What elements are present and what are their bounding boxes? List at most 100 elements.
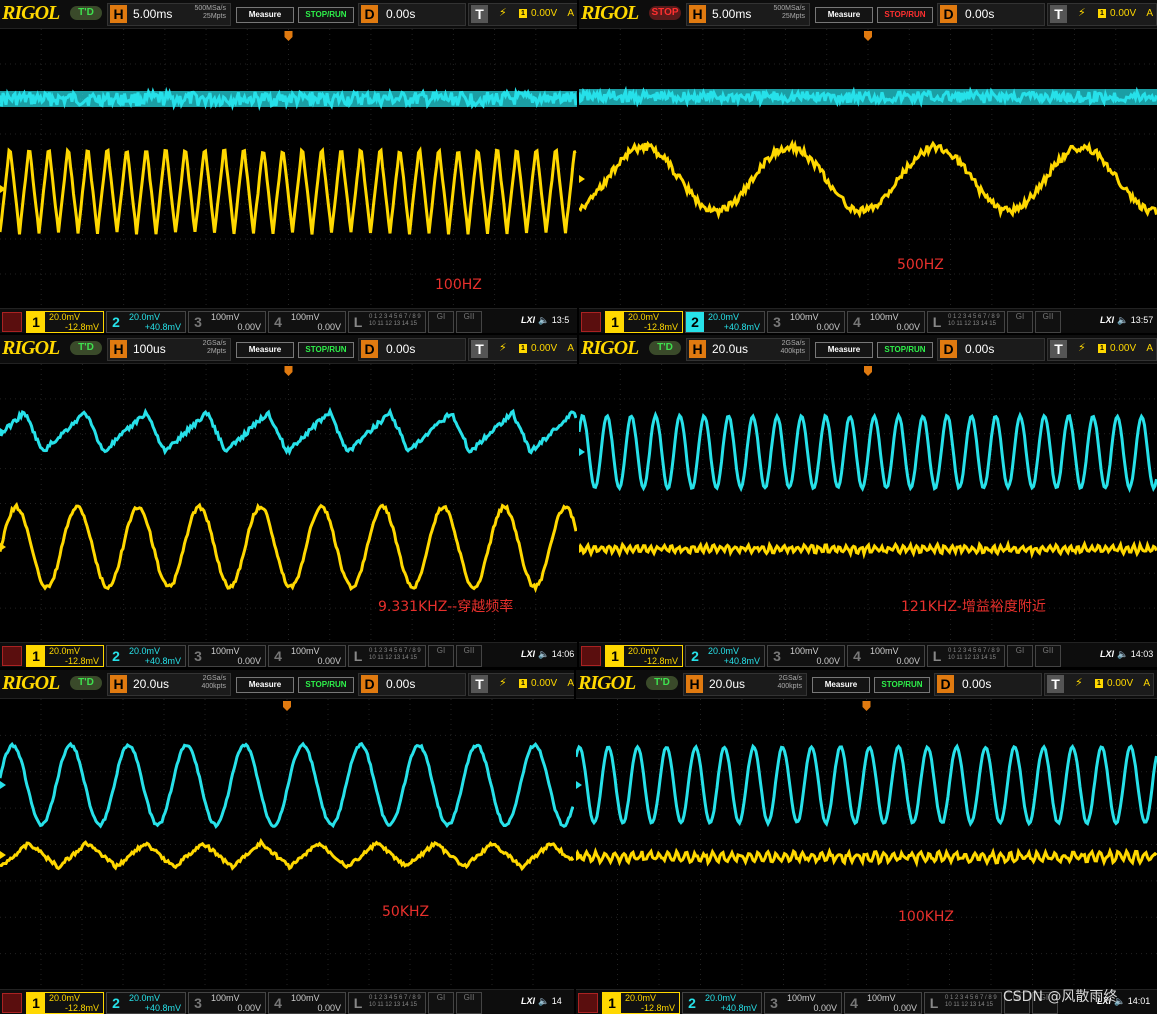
frequency-annotation: 121KHZ-增益裕度附近 [901, 599, 1046, 615]
trigger-control[interactable]: T ⚡ 1 0.00V A [1044, 673, 1154, 696]
delay-control[interactable]: D 0.00s [358, 338, 466, 361]
channel-2-settings[interactable]: 2 20.0mV +40.8mV [682, 992, 762, 1014]
horizontal-timebase-control[interactable]: H 20.0us 2GSa/s 400kpts [107, 673, 231, 696]
generator-2-button[interactable]: GII [1035, 311, 1061, 333]
bottom-channel-bar: 1 20.0mV -12.8mV 2 20.0mV +40.8mV 3 100mV 0… [0, 989, 574, 1014]
acquisition-status-badge[interactable]: STOP [649, 6, 681, 20]
horizontal-timebase-control[interactable]: H 100us 2GSa/s 2Mpts [107, 338, 231, 361]
generator-2-button[interactable]: GII [456, 311, 482, 333]
horizontal-timebase-control[interactable]: H 20.0us 2GSa/s 400kpts [686, 338, 810, 361]
trigger-control[interactable]: T ⚡ 1 0.00V A [1047, 3, 1157, 26]
channel-4-settings[interactable]: 4 100mV 0.00V [268, 311, 346, 333]
main-menu-icon[interactable] [2, 312, 22, 332]
channel-1-settings[interactable]: 1 20.0mV -12.8mV [26, 992, 104, 1014]
generator-1-button[interactable]: GI [1007, 645, 1033, 667]
channel-4-number: 4 [850, 995, 858, 1011]
stop-run-button[interactable]: STOP/RUN [298, 342, 354, 358]
stop-run-button[interactable]: STOP/RUN [877, 7, 933, 23]
trigger-control[interactable]: T ⚡ 1 0.00V A [1047, 338, 1157, 361]
generator-2-button[interactable]: GII [456, 645, 482, 667]
measure-button[interactable]: Measure [815, 342, 873, 358]
generator-1-button[interactable]: GI [428, 311, 454, 333]
measure-button[interactable]: Measure [236, 7, 294, 23]
acquisition-status-badge[interactable]: T'D [70, 6, 102, 20]
waveform-display [579, 29, 1157, 309]
sample-rate-info: 2GSa/s 400kpts [201, 675, 226, 691]
channel-1-settings[interactable]: 1 20.0mV -12.8mV [605, 645, 683, 667]
delay-control[interactable]: D 0.00s [358, 3, 466, 26]
scope-panel-121khz: RIGOL T'D H 20.0us 2GSa/s 400kpts Measure… [579, 335, 1157, 667]
main-menu-icon[interactable] [2, 646, 22, 666]
channel-4-settings[interactable]: 4 100mV 0.00V [844, 992, 922, 1014]
bottom-channel-bar: 1 20.0mV -12.8mV 2 20.0mV +40.8mV 3 100mV 0… [0, 308, 577, 333]
waveform-display [576, 699, 1157, 990]
channel-4-settings[interactable]: 4 100mV 0.00V [847, 645, 925, 667]
channel-4-settings[interactable]: 4 100mV 0.00V [847, 311, 925, 333]
channel-3-settings[interactable]: 3 100mV 0.00V [764, 992, 842, 1014]
stop-run-button[interactable]: STOP/RUN [877, 342, 933, 358]
measure-button[interactable]: Measure [236, 342, 294, 358]
acquisition-status-badge[interactable]: T'D [646, 676, 678, 690]
delay-control[interactable]: D 0.00s [934, 673, 1042, 696]
stop-run-button[interactable]: STOP/RUN [874, 677, 930, 693]
generator-2-button[interactable]: GII [456, 992, 482, 1014]
logic-analyzer-settings[interactable]: L 0 1 2 3 4 5 6 7 / 8 9 10 11 12 13 14 1… [927, 645, 1005, 667]
acquisition-status-badge[interactable]: T'D [649, 341, 681, 355]
main-menu-icon[interactable] [581, 312, 601, 332]
main-menu-icon[interactable] [578, 993, 598, 1013]
channel-1-settings[interactable]: 1 20.0mV -12.8mV [26, 311, 104, 333]
channel-3-settings[interactable]: 3 100mV 0.00V [188, 645, 266, 667]
channel-4-settings[interactable]: 4 100mV 0.00V [268, 992, 346, 1014]
generator-1-button[interactable]: GI [428, 992, 454, 1014]
channel-2-settings[interactable]: 2 20.0mV +40.8mV [106, 645, 186, 667]
channel-1-values: 20.0mV -12.8mV [628, 312, 680, 332]
sample-rate-info: 2GSa/s 400kpts [777, 675, 802, 691]
channel-4-settings[interactable]: 4 100mV 0.00V [268, 645, 346, 667]
scope-panel-100hz: RIGOL T'D H 5.00ms 500MSa/s 25Mpts Measur… [0, 0, 577, 333]
acquisition-status-badge[interactable]: T'D [70, 676, 102, 690]
channel-2-settings[interactable]: 2 20.0mV +40.8mV [106, 311, 186, 333]
horizontal-timebase-control[interactable]: H 5.00ms 500MSa/s 25Mpts [107, 3, 231, 26]
generator-1-button[interactable]: GI [1007, 311, 1033, 333]
logic-analyzer-settings[interactable]: L 0 1 2 3 4 5 6 7 / 8 9 10 11 12 13 14 1… [348, 645, 426, 667]
channel-1-settings[interactable]: 1 20.0mV -12.8mV [602, 992, 680, 1014]
main-menu-icon[interactable] [2, 993, 22, 1013]
delay-control[interactable]: D 0.00s [937, 338, 1045, 361]
channel-3-settings[interactable]: 3 100mV 0.00V [767, 311, 845, 333]
channel-2-offset: +40.8mV [144, 1003, 181, 1013]
channel-3-settings[interactable]: 3 100mV 0.00V [188, 311, 266, 333]
delay-control[interactable]: D 0.00s [937, 3, 1045, 26]
measure-button[interactable]: Measure [815, 7, 873, 23]
trigger-control[interactable]: T ⚡ 1 0.00V A [468, 673, 574, 696]
stop-run-button[interactable]: STOP/RUN [298, 677, 354, 693]
logic-analyzer-settings[interactable]: L 0 1 2 3 4 5 6 7 / 8 9 10 11 12 13 14 1… [348, 992, 426, 1014]
channel-1-settings[interactable]: 1 20.0mV -12.8mV [26, 645, 104, 667]
horizontal-timebase-control[interactable]: H 5.00ms 500MSa/s 25Mpts [686, 3, 810, 26]
clock: 🔈 13:57 [1117, 315, 1153, 326]
measure-button[interactable]: Measure [236, 677, 294, 693]
generator-2-button[interactable]: GII [1035, 645, 1061, 667]
stop-run-button[interactable]: STOP/RUN [298, 7, 354, 23]
trigger-control[interactable]: T ⚡ 1 0.00V A [468, 338, 577, 361]
acquisition-status-badge[interactable]: T'D [70, 341, 102, 355]
measure-button[interactable]: Measure [812, 677, 870, 693]
lxi-icon: LXI [521, 649, 536, 659]
channel-3-number: 3 [770, 995, 778, 1011]
logic-analyzer-label: L [353, 648, 363, 664]
channel-1-settings[interactable]: 1 20.0mV -12.8mV [605, 311, 683, 333]
horizontal-timebase-control[interactable]: H 20.0us 2GSa/s 400kpts [683, 673, 807, 696]
generator-1-button[interactable]: GI [428, 645, 454, 667]
logic-analyzer-settings[interactable]: L 0 1 2 3 4 5 6 7 / 8 9 10 11 12 13 14 1… [927, 311, 1005, 333]
delay-control[interactable]: D 0.00s [358, 673, 466, 696]
channel-3-settings[interactable]: 3 100mV 0.00V [767, 645, 845, 667]
logic-analyzer-settings[interactable]: L 0 1 2 3 4 5 6 7 / 8 9 10 11 12 13 14 1… [348, 311, 426, 333]
channel-2-settings[interactable]: 2 20.0mV +40.8mV [685, 311, 765, 333]
trigger-control[interactable]: T ⚡ 1 0.00V A [468, 3, 577, 26]
channel-3-settings[interactable]: 3 100mV 0.00V [188, 992, 266, 1014]
channel-2-settings[interactable]: 2 20.0mV +40.8mV [106, 992, 186, 1014]
channel-3-number: 3 [773, 314, 781, 330]
main-menu-icon[interactable] [581, 646, 601, 666]
clock: 🔈 13:5 [538, 315, 569, 326]
logic-analyzer-settings[interactable]: L 0 1 2 3 4 5 6 7 / 8 9 10 11 12 13 14 1… [924, 992, 1002, 1014]
channel-2-settings[interactable]: 2 20.0mV +40.8mV [685, 645, 765, 667]
